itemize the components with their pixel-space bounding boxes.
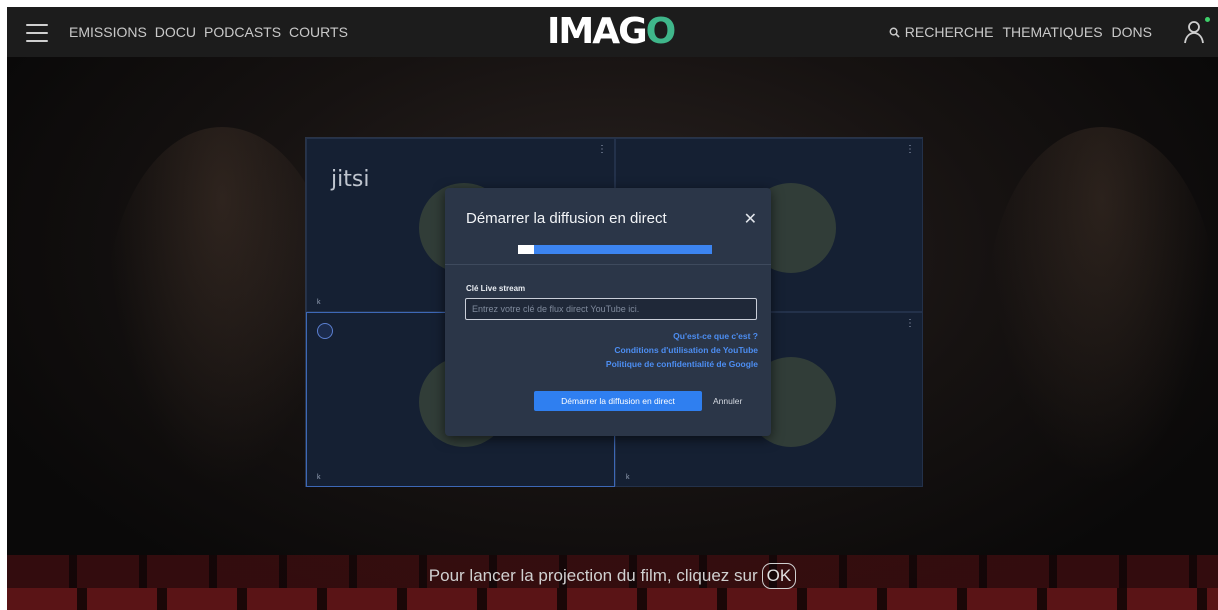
nav-courts[interactable]: COURTS: [289, 24, 348, 40]
divider: [445, 264, 771, 265]
close-icon[interactable]: ✕: [744, 209, 757, 229]
ok-button[interactable]: OK: [761, 563, 797, 589]
secondary-nav: RECHERCHE THEMATIQUES DONS: [889, 7, 1152, 57]
tile-menu-icon[interactable]: ⋮: [597, 145, 607, 155]
imago-logo[interactable]: IMA G O: [547, 10, 677, 52]
online-status-dot: [1205, 17, 1210, 22]
logo-text-part: G: [618, 10, 648, 52]
tile-menu-icon[interactable]: ⋮: [905, 319, 915, 329]
tile-menu-icon[interactable]: ⋮: [905, 145, 915, 155]
instruction-text: Pour lancer la projection du film, cliqu…: [428, 566, 758, 585]
nav-search[interactable]: RECHERCHE: [889, 24, 994, 40]
live-stream-dialog: Démarrer la diffusion en direct ✕ Clé Li…: [445, 188, 771, 436]
logo-text-part: IMA: [547, 10, 620, 52]
progress-bar: [518, 245, 712, 254]
participant-name: k: [317, 299, 321, 306]
primary-nav: EMISSIONS DOCU PODCASTS COURTS: [69, 7, 348, 57]
dialog-title: Démarrer la diffusion en direct: [466, 210, 667, 227]
youtube-terms-link[interactable]: Conditions d'utilisation de YouTube: [614, 345, 758, 355]
stream-key-input[interactable]: [465, 298, 757, 320]
progress-fill: [518, 245, 534, 254]
hamburger-icon[interactable]: [26, 24, 48, 42]
nav-dons[interactable]: DONS: [1112, 24, 1152, 40]
nav-thematiques[interactable]: THEMATIQUES: [1002, 24, 1102, 40]
app-frame: EMISSIONS DOCU PODCASTS COURTS IMA G O REC…: [7, 7, 1218, 610]
cinema-seats-front: [7, 588, 1218, 610]
logo-text-part: O: [645, 10, 677, 52]
stream-key-label: Clé Live stream: [466, 284, 526, 293]
projection-instruction: Pour lancer la projection du film, cliqu…: [7, 563, 1218, 589]
video-screen[interactable]: jitsi ⋮ k ⋮ k ⋮ k Démarrer la diffusion …: [305, 137, 923, 487]
participant-name: k: [626, 474, 630, 481]
wall-light: [107, 127, 337, 487]
search-icon: [889, 27, 900, 38]
cinema-background: jitsi ⋮ k ⋮ k ⋮ k Démarrer la diffusion …: [7, 57, 1218, 610]
start-live-stream-button[interactable]: Démarrer la diffusion en direct: [534, 391, 702, 411]
user-icon[interactable]: [1182, 19, 1208, 45]
participant-name: k: [317, 474, 321, 481]
what-is-this-link[interactable]: Qu'est-ce que c'est ?: [673, 331, 758, 341]
google-privacy-link[interactable]: Politique de confidentialité de Google: [606, 359, 758, 369]
nav-docu[interactable]: DOCU: [155, 24, 196, 40]
wall-light: [987, 127, 1217, 487]
cancel-button[interactable]: Annuler: [713, 391, 742, 411]
jitsi-watermark: jitsi: [331, 167, 370, 192]
nav-podcasts[interactable]: PODCASTS: [204, 24, 281, 40]
nav-emissions[interactable]: EMISSIONS: [69, 24, 147, 40]
nav-search-label: RECHERCHE: [904, 24, 994, 40]
top-navigation-bar: EMISSIONS DOCU PODCASTS COURTS IMA G O REC…: [7, 7, 1218, 57]
speaker-indicator-icon: [317, 323, 333, 339]
